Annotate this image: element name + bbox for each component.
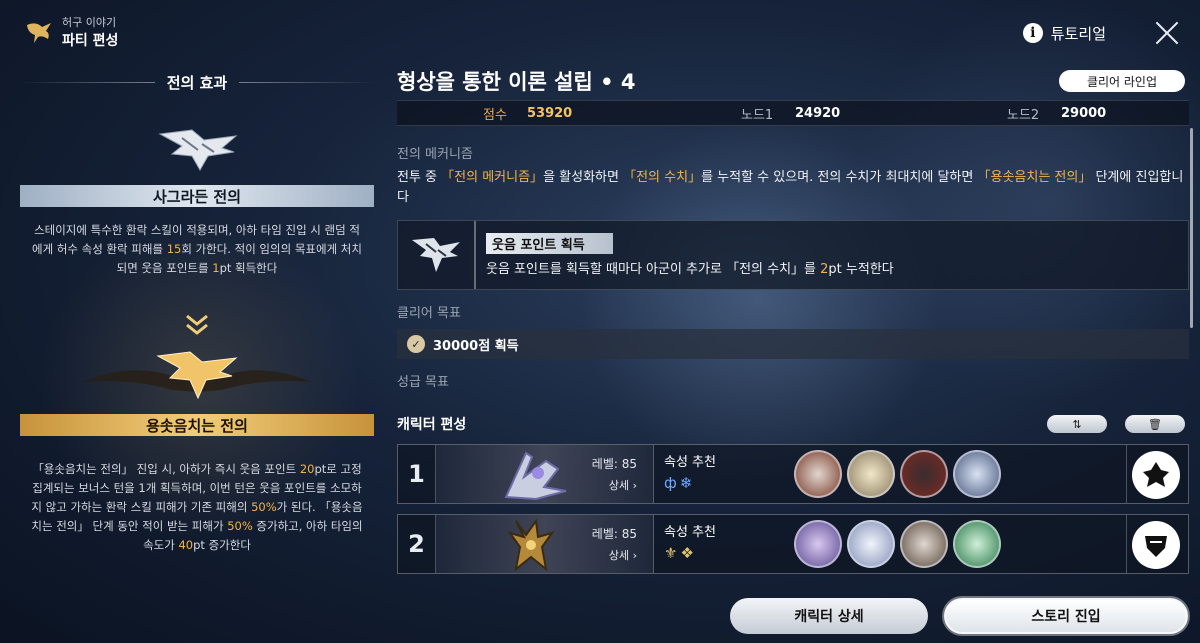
avatar[interactable] xyxy=(953,520,1001,568)
slot-number: 2 xyxy=(398,515,436,573)
gold-bird-emblem-icon xyxy=(82,351,312,400)
path-icon xyxy=(1132,451,1180,499)
chevron-right-icon: › xyxy=(632,479,637,492)
team-slot-1[interactable]: 1 레벨: 85 상세 › 속성 추천 ф❄ xyxy=(397,444,1189,504)
team-slot-2[interactable]: 2 레벨: 85 상세 › 속성 추천 ⚜❖ xyxy=(397,514,1189,574)
clear-goal-text: 30000점 획득 xyxy=(433,338,519,354)
avatar[interactable] xyxy=(900,450,948,498)
node2-value: 29000 xyxy=(1061,105,1107,121)
swap-button[interactable]: ⇅ xyxy=(1047,415,1107,433)
node2-label: 노드2 xyxy=(1007,107,1040,123)
tutorial-label: 튜토리얼 xyxy=(1050,24,1106,43)
avatar[interactable] xyxy=(794,450,842,498)
avatar[interactable] xyxy=(794,520,842,568)
trash-icon: 🗑 xyxy=(1148,417,1162,431)
header-subtitle: 허구 이야기 xyxy=(62,16,117,29)
clear-goal-label: 클리어 목표 xyxy=(397,306,461,321)
recommended-avatars xyxy=(794,520,1001,568)
team-label: 캐릭터 편성 xyxy=(397,417,467,433)
swap-icon: ⇅ xyxy=(1072,417,1082,431)
header: 허구 이야기 파티 편성 xyxy=(24,14,118,50)
element-icons: ⚜❖ xyxy=(664,544,697,562)
avatar[interactable] xyxy=(847,520,895,568)
element-icons: ф❄ xyxy=(664,474,696,492)
section-title: 전의 효과 xyxy=(20,62,374,102)
character-portrait[interactable]: 레벨: 85 상세 › xyxy=(436,515,654,573)
chevron-right-icon: › xyxy=(632,549,637,562)
bird-logo-icon xyxy=(27,23,51,43)
score-label: 점수 xyxy=(483,107,507,123)
story-enter-button[interactable]: 스토리 진입 xyxy=(944,598,1188,634)
close-icon[interactable] xyxy=(1154,20,1180,46)
stage1-name: 사그라든 전의 xyxy=(20,185,374,207)
stage2-description: 「용솟음치는 전의」 진입 시, 아하가 즉시 웃음 포인트 20pt로 고정 … xyxy=(31,462,363,552)
battle-effect-panel: 전의 효과 사그라든 전의 스테이지에 특수한 환락 스킬이 적용되며, 아하 … xyxy=(20,62,374,637)
stage-title: 형상을 통한 이론 설립 • 4 xyxy=(397,70,636,94)
score-value: 53920 xyxy=(527,105,573,121)
delete-button[interactable]: 🗑 xyxy=(1125,415,1185,433)
score-bar: 점수 53920 노드1 24920 노드2 29000 xyxy=(397,100,1189,126)
slot-number: 1 xyxy=(398,445,436,503)
card-title: 웃음 포인트 획득 xyxy=(486,233,613,254)
path-icon xyxy=(1132,521,1180,569)
bird-mechanism-icon xyxy=(412,238,460,272)
mechanism-card: 웃음 포인트 획득 웃음 포인트를 획득할 때마다 아군이 추가로 「전의 수치… xyxy=(397,220,1189,290)
clear-goal-row: ✓ 30000점 획득 xyxy=(397,329,1189,359)
stage2-name: 용솟음치는 전의 xyxy=(20,414,374,436)
clear-lineup-button[interactable]: 클리어 라인업 xyxy=(1058,70,1185,92)
avatar[interactable] xyxy=(953,450,1001,498)
star-goal-label: 성급 목표 xyxy=(397,375,449,390)
character-detail-link[interactable]: 상세 › xyxy=(609,477,637,493)
character-portrait[interactable]: 레벨: 85 상세 › xyxy=(436,445,654,503)
character-art-icon xyxy=(507,518,555,572)
tutorial-button[interactable]: i 튜토리얼 xyxy=(1022,23,1106,44)
avatar[interactable] xyxy=(900,520,948,568)
node1-label: 노드1 xyxy=(741,107,774,123)
mechanism-label: 전의 메커니즘 xyxy=(397,147,473,162)
silver-bird-emblem-icon xyxy=(158,129,238,172)
avatar[interactable] xyxy=(847,450,895,498)
character-detail-link[interactable]: 상세 › xyxy=(609,547,637,563)
info-icon: i xyxy=(1022,23,1043,43)
scrollbar[interactable] xyxy=(1190,128,1193,328)
stage1-description: 스테이지에 특수한 환락 스킬이 적용되며, 아하 타임 진입 시 랜덤 적에게… xyxy=(32,223,362,275)
character-level: 레벨: 85 xyxy=(591,527,637,541)
character-art-icon xyxy=(504,451,567,501)
recommended-avatars xyxy=(794,450,1001,498)
check-icon: ✓ xyxy=(407,335,425,353)
stage-panel: 형상을 통한 이론 설립 • 4 클리어 라인업 점수 53920 노드1 24… xyxy=(397,66,1193,574)
mechanism-description: 전투 중 「전의 메커니즘」을 활성화하면 「전의 수치」를 누적할 수 있으며… xyxy=(397,170,1184,205)
chevron-down-icon xyxy=(186,314,208,335)
character-detail-button[interactable]: 캐릭터 상세 xyxy=(730,598,928,634)
card-description: 웃음 포인트를 획득할 때마다 아군이 추가로 「전의 수치」를 2pt 누적한… xyxy=(486,262,894,277)
character-level: 레벨: 85 xyxy=(591,457,637,471)
node1-value: 24920 xyxy=(795,105,841,121)
element-recommend-title: 속성 추천 xyxy=(664,525,716,540)
page-title: 파티 편성 xyxy=(62,33,119,49)
element-recommend-title: 속성 추천 xyxy=(664,455,716,470)
